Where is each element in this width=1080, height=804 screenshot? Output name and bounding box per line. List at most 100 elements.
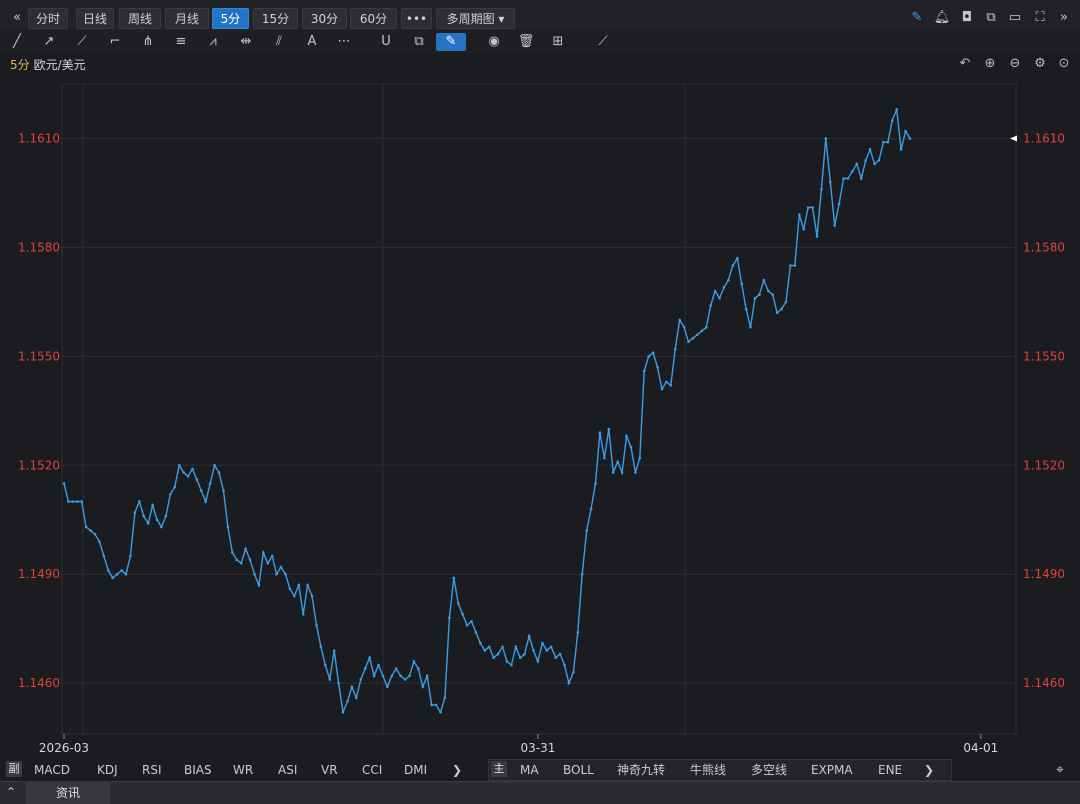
fibonacci-icon[interactable]: ≡	[172, 33, 190, 51]
double-chevron-left-icon[interactable]: «	[8, 9, 26, 27]
price-point	[523, 652, 526, 656]
price-point	[208, 482, 212, 485]
chevron-right-icon[interactable]: ❯	[452, 761, 462, 779]
period-button[interactable]: 30分	[302, 8, 347, 29]
price-point	[585, 529, 588, 532]
price-point	[288, 587, 292, 590]
polyline-icon[interactable]: ⟋	[73, 33, 91, 51]
more-icon[interactable]: ⋯	[335, 33, 353, 51]
price-chart[interactable]: 1.1610 1.1610 1.1580 1.1580 1.1550 1.1550 1.15…	[0, 74, 1080, 758]
period-button[interactable]: 60分	[350, 8, 397, 29]
sub-indicator-tab[interactable]: KDJ	[97, 761, 118, 779]
main-indicator-tab[interactable]: 多空线	[751, 761, 787, 779]
copy-window-icon[interactable]: ⧉	[982, 9, 1000, 27]
zoom-out-icon[interactable]: ⊖	[1007, 56, 1023, 72]
magnet-icon[interactable]: U	[377, 33, 395, 51]
layers-icon[interactable]: ⊞	[549, 33, 567, 51]
ruler-icon[interactable]: ⟋	[594, 33, 612, 51]
double-chevron-up-icon[interactable]: ⌃	[6, 785, 16, 799]
rect-icon[interactable]: ⌐	[106, 33, 124, 51]
double-chevron-right-icon[interactable]: »	[1055, 9, 1073, 27]
period-button[interactable]: 分时	[28, 8, 68, 29]
camera-icon[interactable]: ◘	[958, 9, 976, 27]
fullscreen-icon[interactable]: ⛶	[1031, 9, 1049, 27]
brush-icon[interactable]: ✎	[436, 33, 466, 51]
price-line[interactable]	[63, 109, 911, 715]
price-point	[417, 667, 420, 670]
multi-period-dropdown[interactable]: 多周期图 ▾	[436, 8, 515, 29]
fork-icon[interactable]: ⋔	[139, 33, 157, 51]
sub-indicator-tab[interactable]: CCI	[362, 761, 382, 779]
sub-indicator-tab[interactable]: RSI	[142, 761, 162, 779]
drawing-toolbar: ╱ ↗ ⟋ ⌐ ⋔ ≡ ⩘ ⇹ ⫽ A ⋯ U ⧉ ✎ ◉ 🗑︎ ⊞ ⟋	[0, 30, 1080, 54]
price-point	[319, 645, 323, 649]
undo-icon[interactable]: ↶	[957, 56, 973, 72]
news-tab[interactable]: 资讯	[26, 782, 110, 804]
period-button[interactable]: 月线	[165, 8, 209, 29]
main-indicator-tab[interactable]: 神奇九转	[617, 761, 665, 779]
sub-indicator-tab[interactable]: DMI	[404, 761, 427, 779]
main-indicator-tab[interactable]: 牛熊线	[690, 761, 726, 779]
fan-icon[interactable]: ⩘	[204, 33, 222, 51]
period-button[interactable]: 15分	[253, 8, 298, 29]
price-point	[811, 206, 814, 209]
price-point	[616, 460, 619, 464]
price-point	[293, 594, 296, 598]
location-pin-icon[interactable]: ⌖	[1056, 761, 1064, 779]
main-indicator-tab[interactable]: BOLL	[563, 761, 594, 779]
price-point	[403, 678, 407, 681]
price-point	[744, 307, 748, 311]
main-indicator-tab[interactable]: MA	[520, 761, 539, 779]
price-point	[275, 572, 278, 576]
sub-indicator-tab[interactable]: ASI	[278, 761, 297, 779]
clone-icon[interactable]: ⧉	[410, 33, 428, 51]
eye-icon[interactable]: ◉	[485, 33, 503, 51]
period-button[interactable]: 日线	[76, 8, 114, 29]
measure-icon[interactable]: ⇹	[237, 33, 255, 51]
main-indicator-tab[interactable]: ENE	[878, 761, 902, 779]
price-point	[647, 355, 650, 358]
bell-icon[interactable]: 🔔︎	[933, 9, 951, 27]
sub-indicator-tab[interactable]: MACD	[34, 761, 70, 779]
price-point	[784, 300, 788, 304]
x-tick-label: 03-31	[520, 741, 555, 755]
period-button[interactable]: 周线	[119, 8, 161, 29]
price-point	[461, 612, 464, 616]
price-point	[98, 540, 101, 543]
trash-icon[interactable]: 🗑︎	[517, 33, 535, 51]
price-point	[510, 663, 513, 667]
price-point	[430, 703, 433, 707]
monitor-icon[interactable]: ▭	[1006, 9, 1024, 27]
period-button[interactable]: 5分	[212, 8, 249, 29]
line-icon[interactable]: ╱	[8, 33, 26, 51]
sub-indicator-tab[interactable]: BIAS	[184, 761, 212, 779]
text-icon[interactable]: A	[303, 33, 321, 51]
price-point	[891, 119, 894, 122]
price-point	[151, 503, 154, 507]
sub-indicator-tab[interactable]: VR	[321, 761, 338, 779]
price-point	[611, 471, 615, 474]
price-point	[736, 257, 739, 260]
chart-canvas[interactable]: 1.1610 1.1610 1.1580 1.1580 1.1550 1.1550 1.15…	[0, 74, 1080, 758]
price-point	[102, 554, 106, 558]
sub-indicator-tag: 副	[6, 761, 22, 777]
sub-indicator-tab[interactable]: WR	[233, 761, 253, 779]
price-point	[390, 674, 394, 678]
price-point	[642, 369, 646, 373]
channel-icon[interactable]: ⫽	[270, 33, 288, 51]
price-point	[833, 224, 836, 227]
pen-icon[interactable]: ✎	[908, 9, 926, 27]
price-point	[266, 562, 270, 565]
ray-icon[interactable]: ↗	[40, 33, 58, 51]
period-label: 5分	[10, 58, 30, 72]
more-periods-button[interactable]: •••	[401, 8, 432, 29]
target-icon[interactable]: ⊙	[1056, 56, 1072, 72]
zoom-in-icon[interactable]: ⊕	[982, 56, 998, 72]
settings-icon[interactable]: ⚙	[1032, 56, 1048, 72]
price-point	[882, 140, 885, 144]
chevron-right-icon[interactable]: ❯	[924, 761, 934, 779]
price-point	[107, 569, 110, 572]
main-indicator-tab[interactable]: EXPMA	[811, 761, 853, 779]
y-tick-label-left: 1.1460	[18, 676, 60, 690]
price-point	[133, 511, 137, 514]
